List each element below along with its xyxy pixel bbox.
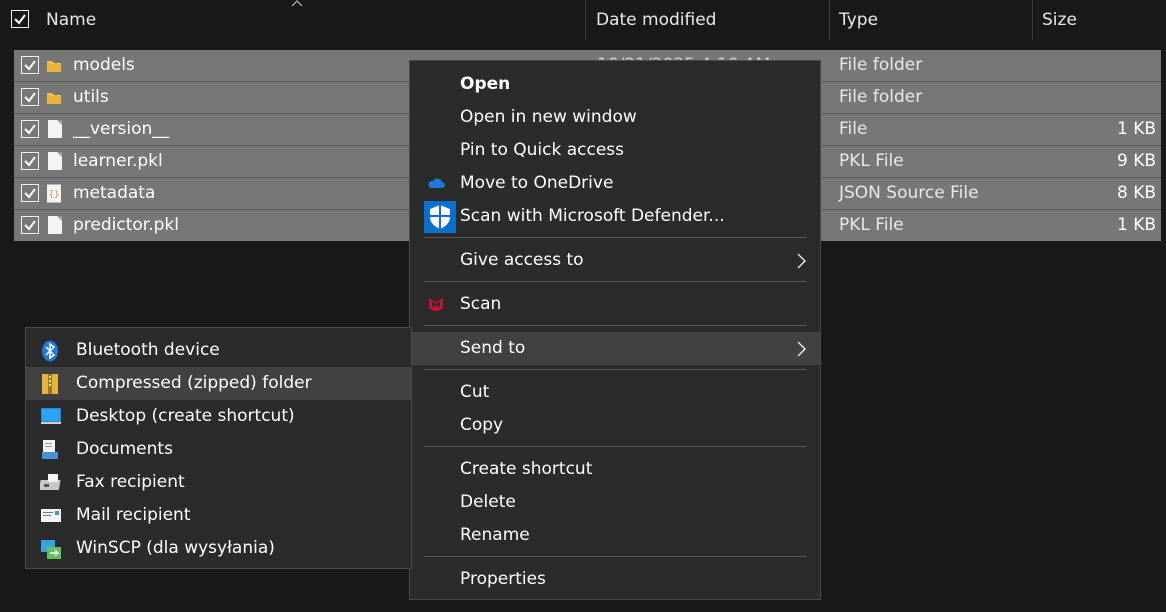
send-to-compressed-folder[interactable]: Compressed (zipped) folder	[26, 367, 411, 400]
defender-shield-icon	[424, 201, 456, 233]
zip-folder-icon	[42, 374, 58, 394]
column-divider[interactable]	[829, 0, 830, 40]
file-name: predictor.pkl	[73, 215, 179, 235]
check-icon	[24, 220, 36, 231]
menu-separator	[424, 446, 806, 447]
menu-separator	[424, 237, 806, 238]
context-menu: Open Open in new window Pin to Quick acc…	[409, 60, 821, 600]
file-type: PKL File	[839, 215, 904, 235]
file-size	[1036, 82, 1156, 113]
menu-separator	[424, 281, 806, 282]
menu-item-open-new-window[interactable]: Open in new window	[410, 101, 820, 134]
file-name: models	[73, 55, 135, 75]
send-to-mail[interactable]: Mail recipient	[26, 499, 411, 532]
sort-up-icon	[291, 0, 303, 6]
file-type: File folder	[839, 87, 923, 107]
file-type: File	[839, 119, 868, 139]
file-size: 1 KB	[1116, 119, 1156, 139]
row-checkbox[interactable]	[21, 56, 39, 74]
folder-icon	[47, 93, 61, 104]
check-icon	[14, 14, 26, 25]
check-icon	[24, 188, 36, 199]
column-size[interactable]: Size	[1042, 0, 1077, 40]
row-checkbox[interactable]	[21, 216, 39, 234]
menu-item-scan[interactable]: Scan	[410, 288, 820, 321]
file-icon	[48, 152, 62, 170]
menu-item-pin-quick-access[interactable]: Pin to Quick access	[410, 134, 820, 167]
menu-item-send-to[interactable]: Send to	[410, 332, 820, 365]
send-to-fax[interactable]: Fax recipient	[26, 466, 411, 499]
file-type: JSON Source File	[839, 183, 979, 203]
select-all-checkbox[interactable]	[11, 10, 29, 28]
menu-separator	[424, 369, 806, 370]
column-divider[interactable]	[1032, 0, 1033, 40]
menu-item-copy[interactable]: Copy	[410, 409, 820, 442]
mcafee-icon	[429, 298, 443, 311]
fax-icon	[40, 474, 61, 490]
file-size: 1 KB	[1116, 215, 1156, 235]
row-checkbox[interactable]	[21, 88, 39, 106]
file-icon	[48, 120, 62, 138]
winscp-icon	[41, 540, 61, 559]
check-icon	[24, 156, 36, 167]
json-file-icon: {}	[47, 184, 61, 203]
row-checkbox[interactable]	[21, 152, 39, 170]
send-to-submenu: Bluetooth device Compressed (zipped) fol…	[25, 327, 412, 569]
send-to-bluetooth[interactable]: Bluetooth device	[26, 334, 411, 367]
column-date-modified[interactable]: Date modified	[596, 0, 716, 40]
column-divider[interactable]	[585, 0, 586, 40]
column-header: Name Date modified Type Size	[0, 0, 1166, 40]
check-icon	[24, 92, 36, 103]
menu-separator	[424, 325, 806, 326]
desktop-icon	[41, 408, 61, 424]
menu-item-move-onedrive[interactable]: Move to OneDrive	[410, 167, 820, 200]
send-to-desktop[interactable]: Desktop (create shortcut)	[26, 400, 411, 433]
chevron-right-icon	[797, 253, 806, 269]
menu-item-open[interactable]: Open	[410, 68, 820, 101]
file-name: __version__	[73, 119, 170, 139]
bluetooth-icon	[42, 340, 58, 362]
row-checkbox[interactable]	[21, 120, 39, 138]
menu-item-properties[interactable]: Properties	[410, 563, 820, 596]
file-type: PKL File	[839, 151, 904, 171]
send-to-documents[interactable]: Documents	[26, 433, 411, 466]
svg-text:{}: {}	[49, 190, 60, 200]
check-icon	[24, 124, 36, 135]
file-name: metadata	[73, 183, 156, 203]
send-to-winscp[interactable]: WinSCP (dla wysyłania)	[26, 532, 411, 565]
menu-separator	[424, 556, 806, 557]
chevron-right-icon	[797, 341, 806, 357]
mail-icon	[41, 509, 61, 522]
folder-icon	[47, 61, 61, 72]
menu-item-give-access[interactable]: Give access to	[410, 244, 820, 277]
onedrive-icon	[428, 178, 445, 188]
file-size: 8 KB	[1116, 183, 1156, 203]
file-name: learner.pkl	[73, 151, 163, 171]
menu-item-delete[interactable]: Delete	[410, 486, 820, 519]
column-type[interactable]: Type	[839, 0, 878, 40]
row-checkbox[interactable]	[21, 184, 39, 202]
menu-item-create-shortcut[interactable]: Create shortcut	[410, 453, 820, 486]
file-icon	[48, 216, 62, 234]
file-type: File folder	[839, 55, 923, 75]
file-size: 9 KB	[1116, 151, 1156, 171]
file-size	[1036, 50, 1156, 81]
menu-item-cut[interactable]: Cut	[410, 376, 820, 409]
check-icon	[24, 60, 36, 71]
file-name: utils	[73, 87, 109, 107]
menu-item-scan-defender[interactable]: Scan with Microsoft Defender...	[410, 200, 820, 233]
menu-item-rename[interactable]: Rename	[410, 519, 820, 552]
column-name[interactable]: Name	[46, 0, 96, 40]
documents-icon	[42, 440, 58, 459]
